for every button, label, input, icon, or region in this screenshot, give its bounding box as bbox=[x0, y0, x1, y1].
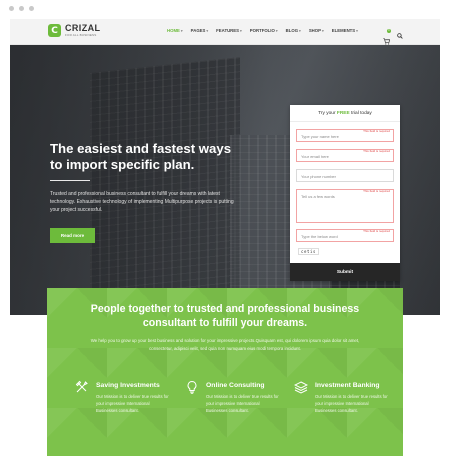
cta-section: People together to trusted and professio… bbox=[47, 288, 403, 456]
tools-icon bbox=[75, 380, 89, 394]
window-dot-maximize[interactable] bbox=[29, 6, 34, 11]
lightbulb-icon bbox=[185, 380, 199, 394]
nav-item-home[interactable]: HOME ▾ bbox=[167, 28, 183, 33]
hero-divider bbox=[50, 180, 90, 181]
chevron-down-icon: ▾ bbox=[275, 28, 278, 33]
window-dot-minimize[interactable] bbox=[19, 6, 24, 11]
nav-item-features[interactable]: FEATURES ▾ bbox=[216, 28, 242, 33]
cta-title-line: consultant to fulfill your dreams. bbox=[142, 317, 308, 329]
nav-label: ELEMENTS bbox=[331, 28, 356, 33]
name-field-placeholder: Type your name here bbox=[301, 134, 339, 139]
email-field-error: This field is required bbox=[363, 149, 390, 153]
nav-item-pages[interactable]: PAGES ▾ bbox=[191, 28, 209, 33]
form-title-prefix: Try your bbox=[318, 111, 337, 116]
feature-title: Investment Banking bbox=[315, 382, 380, 389]
chevron-down-icon: ▾ bbox=[180, 28, 183, 33]
form-title-suffix: trial today bbox=[349, 111, 372, 116]
nav-label: PAGES bbox=[190, 28, 206, 33]
logo-tagline: FOR ALL BUSINESS bbox=[65, 33, 97, 37]
captcha-field[interactable]: Type the below word This field is requir… bbox=[296, 229, 394, 242]
cart-button[interactable]: 0 bbox=[383, 28, 391, 45]
feature-desc: Our Mission is to deliver true results f… bbox=[315, 394, 388, 413]
phone-field[interactable]: Your phone number bbox=[296, 169, 394, 182]
captcha-image: cetis bbox=[298, 248, 320, 255]
cta-text: We help you to grow up your best busines… bbox=[90, 338, 360, 351]
chevron-down-icon: ▾ bbox=[206, 28, 209, 33]
message-field-placeholder: Tell us a few words bbox=[301, 194, 335, 199]
cta-title: People together to trusted and professio… bbox=[47, 302, 403, 330]
form-title: Try your FREE trial today bbox=[290, 111, 400, 116]
site-header: C CRIZAL FOR ALL BUSINESS HOME ▾ PAGES ▾ F… bbox=[10, 19, 440, 45]
nav-label: BLOG bbox=[285, 28, 299, 33]
nav-label: PORTFOLIO bbox=[249, 28, 275, 33]
nav-item-portfolio[interactable]: PORTFOLIO ▾ bbox=[250, 28, 278, 33]
email-field[interactable]: Your email here This field is required bbox=[296, 149, 394, 162]
captcha-field-placeholder: Type the below word bbox=[301, 234, 338, 239]
feature-desc: Our Mission is to deliver true results f… bbox=[206, 394, 279, 413]
nav-label: SHOP bbox=[308, 28, 321, 33]
form-divider bbox=[290, 121, 400, 122]
logo-name: CRIZAL bbox=[65, 23, 101, 33]
submit-button[interactable]: Submit bbox=[290, 263, 400, 281]
chevron-down-icon: ▾ bbox=[240, 28, 242, 33]
feature-desc: Our Mission is to deliver true results f… bbox=[96, 394, 169, 413]
chevron-down-icon: ▾ bbox=[356, 28, 358, 33]
cart-icon bbox=[383, 37, 391, 45]
window-controls bbox=[9, 6, 34, 11]
chevron-down-icon: ▾ bbox=[299, 28, 301, 33]
message-field-error: This field is required bbox=[363, 189, 390, 193]
nav-label: FEATURES bbox=[216, 28, 240, 33]
window-dot-close[interactable] bbox=[9, 6, 14, 11]
nav-item-shop[interactable]: SHOP ▾ bbox=[309, 28, 324, 33]
name-field[interactable]: Type your name here This field is requir… bbox=[296, 129, 394, 142]
feature-title: Online Consulting bbox=[206, 382, 265, 389]
logo-mark: C bbox=[48, 24, 61, 37]
nav-label: HOME bbox=[167, 28, 180, 33]
website: C CRIZAL FOR ALL BUSINESS HOME ▾ PAGES ▾ F… bbox=[10, 19, 440, 456]
phone-field-placeholder: Your phone number bbox=[301, 174, 336, 179]
layers-icon bbox=[293, 380, 309, 394]
cart-count-badge: 0 bbox=[387, 28, 391, 33]
search-button[interactable] bbox=[397, 26, 403, 44]
main-nav: HOME ▾ PAGES ▾ FEATURES ▾ PORTFOLIO ▾ BLOG ▾ … bbox=[167, 28, 358, 33]
search-icon bbox=[397, 33, 403, 39]
hero-section: The easiest and fastest ways to import s… bbox=[10, 45, 440, 315]
trial-form: Try your FREE trial today Type your name… bbox=[290, 105, 400, 281]
captcha-field-error: This field is required bbox=[363, 229, 390, 233]
read-more-button[interactable]: Read more bbox=[50, 228, 95, 243]
hero-text: Trusted and professional business consul… bbox=[50, 191, 234, 214]
email-field-placeholder: Your email here bbox=[301, 154, 329, 159]
chevron-down-icon: ▾ bbox=[322, 28, 324, 33]
hero-title-line: to import specific plan. bbox=[50, 157, 195, 172]
nav-item-blog[interactable]: BLOG ▾ bbox=[286, 28, 301, 33]
hero-title-line: The easiest and fastest ways bbox=[50, 141, 232, 156]
cta-title-line: People together to trusted and professio… bbox=[90, 303, 360, 315]
logo[interactable]: C CRIZAL FOR ALL BUSINESS bbox=[48, 24, 100, 37]
name-field-error: This field is required bbox=[363, 129, 390, 133]
message-field[interactable]: Tell us a few words This field is requir… bbox=[296, 189, 394, 223]
browser-frame: C CRIZAL FOR ALL BUSINESS HOME ▾ PAGES ▾ F… bbox=[0, 0, 450, 456]
form-title-highlight: FREE bbox=[336, 111, 350, 116]
nav-item-elements[interactable]: ELEMENTS ▾ bbox=[332, 28, 358, 33]
feature-title: Saving Investments bbox=[96, 382, 160, 389]
hero-title: The easiest and fastest ways to import s… bbox=[50, 141, 280, 173]
